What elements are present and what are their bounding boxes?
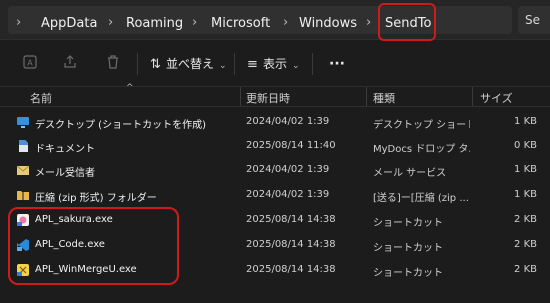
toolbar-divider — [312, 53, 313, 75]
column-date[interactable]: 更新日時 — [246, 90, 290, 106]
file-type: ショートカット — [373, 218, 443, 229]
svg-text:A: A — [27, 59, 33, 68]
column-divider[interactable] — [472, 87, 473, 106]
file-name: ドキュメント — [35, 144, 95, 155]
sort-label: 並べ替え — [166, 57, 215, 71]
chevron-right-icon[interactable]: › — [192, 15, 197, 30]
mail-icon — [16, 163, 30, 177]
column-divider[interactable] — [366, 87, 367, 106]
view-label: 表示 — [263, 57, 288, 71]
search-input[interactable]: Se — [518, 6, 550, 34]
file-size: 0 KB — [514, 140, 537, 151]
file-size: 2 KB — [514, 214, 537, 225]
chevron-right-icon[interactable]: › — [283, 15, 288, 30]
zip-folder-icon — [16, 188, 30, 202]
breadcrumb-item-microsoft[interactable]: Microsoft — [211, 16, 270, 31]
command-bar: A ⇅ 並べ替え ⌄ ≡ 表示 ⌄ ··· — [0, 41, 550, 87]
breadcrumb-item-appdata[interactable]: AppData — [41, 16, 97, 31]
sendto-highlight — [378, 3, 436, 41]
share-icon[interactable] — [60, 54, 80, 74]
desktop-icon — [16, 115, 30, 129]
file-date: 2025/08/14 11:40 — [246, 140, 336, 151]
file-date: 2025/08/14 14:38 — [246, 214, 336, 225]
toolbar-divider — [234, 53, 235, 75]
breadcrumb[interactable]: › AppData › Roaming › Microsoft › Window… — [8, 6, 512, 34]
file-size: 1 KB — [514, 189, 537, 200]
file-row[interactable]: デスクトップ (ショートカットを作成) 2024/04/02 1:39 デスクト… — [0, 110, 550, 134]
delete-icon[interactable] — [103, 54, 123, 74]
chevron-right-icon[interactable]: › — [108, 15, 113, 30]
chevron-down-icon: ⌄ — [219, 61, 227, 71]
chevron-down-icon: ⌄ — [292, 61, 300, 71]
sort-icon: ⇅ — [150, 57, 161, 72]
file-date: 2025/08/14 14:38 — [246, 239, 336, 250]
chevron-right-icon[interactable]: › — [366, 15, 371, 30]
file-type: MyDocs ドロップ タ... — [373, 144, 470, 155]
file-size: 1 KB — [514, 164, 537, 175]
file-size: 1 KB — [514, 116, 537, 127]
sort-ascending-icon: ^ — [126, 83, 134, 93]
file-date: 2024/04/02 1:39 — [246, 164, 330, 175]
view-button[interactable]: ≡ 表示 ⌄ — [247, 54, 300, 74]
file-row[interactable]: メール受信者 2024/04/02 1:39 メール サービス 1 KB — [0, 158, 550, 182]
file-name: 圧縮 (zip 形式) フォルダー — [35, 193, 157, 204]
column-name[interactable]: 名前 — [30, 90, 52, 106]
file-name: メール受信者 — [35, 168, 95, 179]
file-type: メール サービス — [373, 168, 447, 179]
file-row[interactable]: ドキュメント 2025/08/14 11:40 MyDocs ドロップ タ...… — [0, 134, 550, 158]
chevron-right-icon[interactable]: › — [16, 15, 21, 30]
breadcrumb-item-windows[interactable]: Windows — [299, 16, 357, 31]
document-icon — [16, 139, 30, 153]
file-type: ショートカット — [373, 243, 443, 254]
more-options-button[interactable]: ··· — [329, 54, 345, 74]
apl-shortcuts-highlight — [8, 207, 179, 285]
file-type: デスクトップ ショートカ... — [373, 120, 470, 131]
file-size: 2 KB — [514, 239, 537, 250]
column-size[interactable]: サイズ — [480, 90, 513, 106]
column-divider[interactable] — [240, 87, 241, 106]
breadcrumb-item-roaming[interactable]: Roaming — [126, 16, 183, 31]
file-date: 2024/04/02 1:39 — [246, 116, 330, 127]
toolbar-divider — [137, 53, 138, 75]
sort-button[interactable]: ⇅ 並べ替え ⌄ — [150, 54, 227, 74]
address-bar: › AppData › Roaming › Microsoft › Window… — [0, 0, 550, 41]
file-size: 2 KB — [514, 264, 537, 275]
ai-icon[interactable]: A — [20, 54, 40, 74]
file-name: デスクトップ (ショートカットを作成) — [35, 120, 206, 131]
column-type[interactable]: 種類 — [373, 90, 395, 106]
file-type: [送る]ー[圧縮 (zip ... — [373, 193, 469, 204]
search-placeholder: Se — [525, 13, 540, 27]
file-row[interactable]: 圧縮 (zip 形式) フォルダー 2024/04/02 1:39 [送る]ー[… — [0, 183, 550, 207]
file-date: 2025/08/14 14:38 — [246, 264, 336, 275]
view-icon: ≡ — [247, 57, 258, 72]
file-type: ショートカット — [373, 268, 443, 279]
file-date: 2024/04/02 1:39 — [246, 189, 330, 200]
column-header: ^ 名前 更新日時 種類 サイズ — [0, 83, 550, 107]
